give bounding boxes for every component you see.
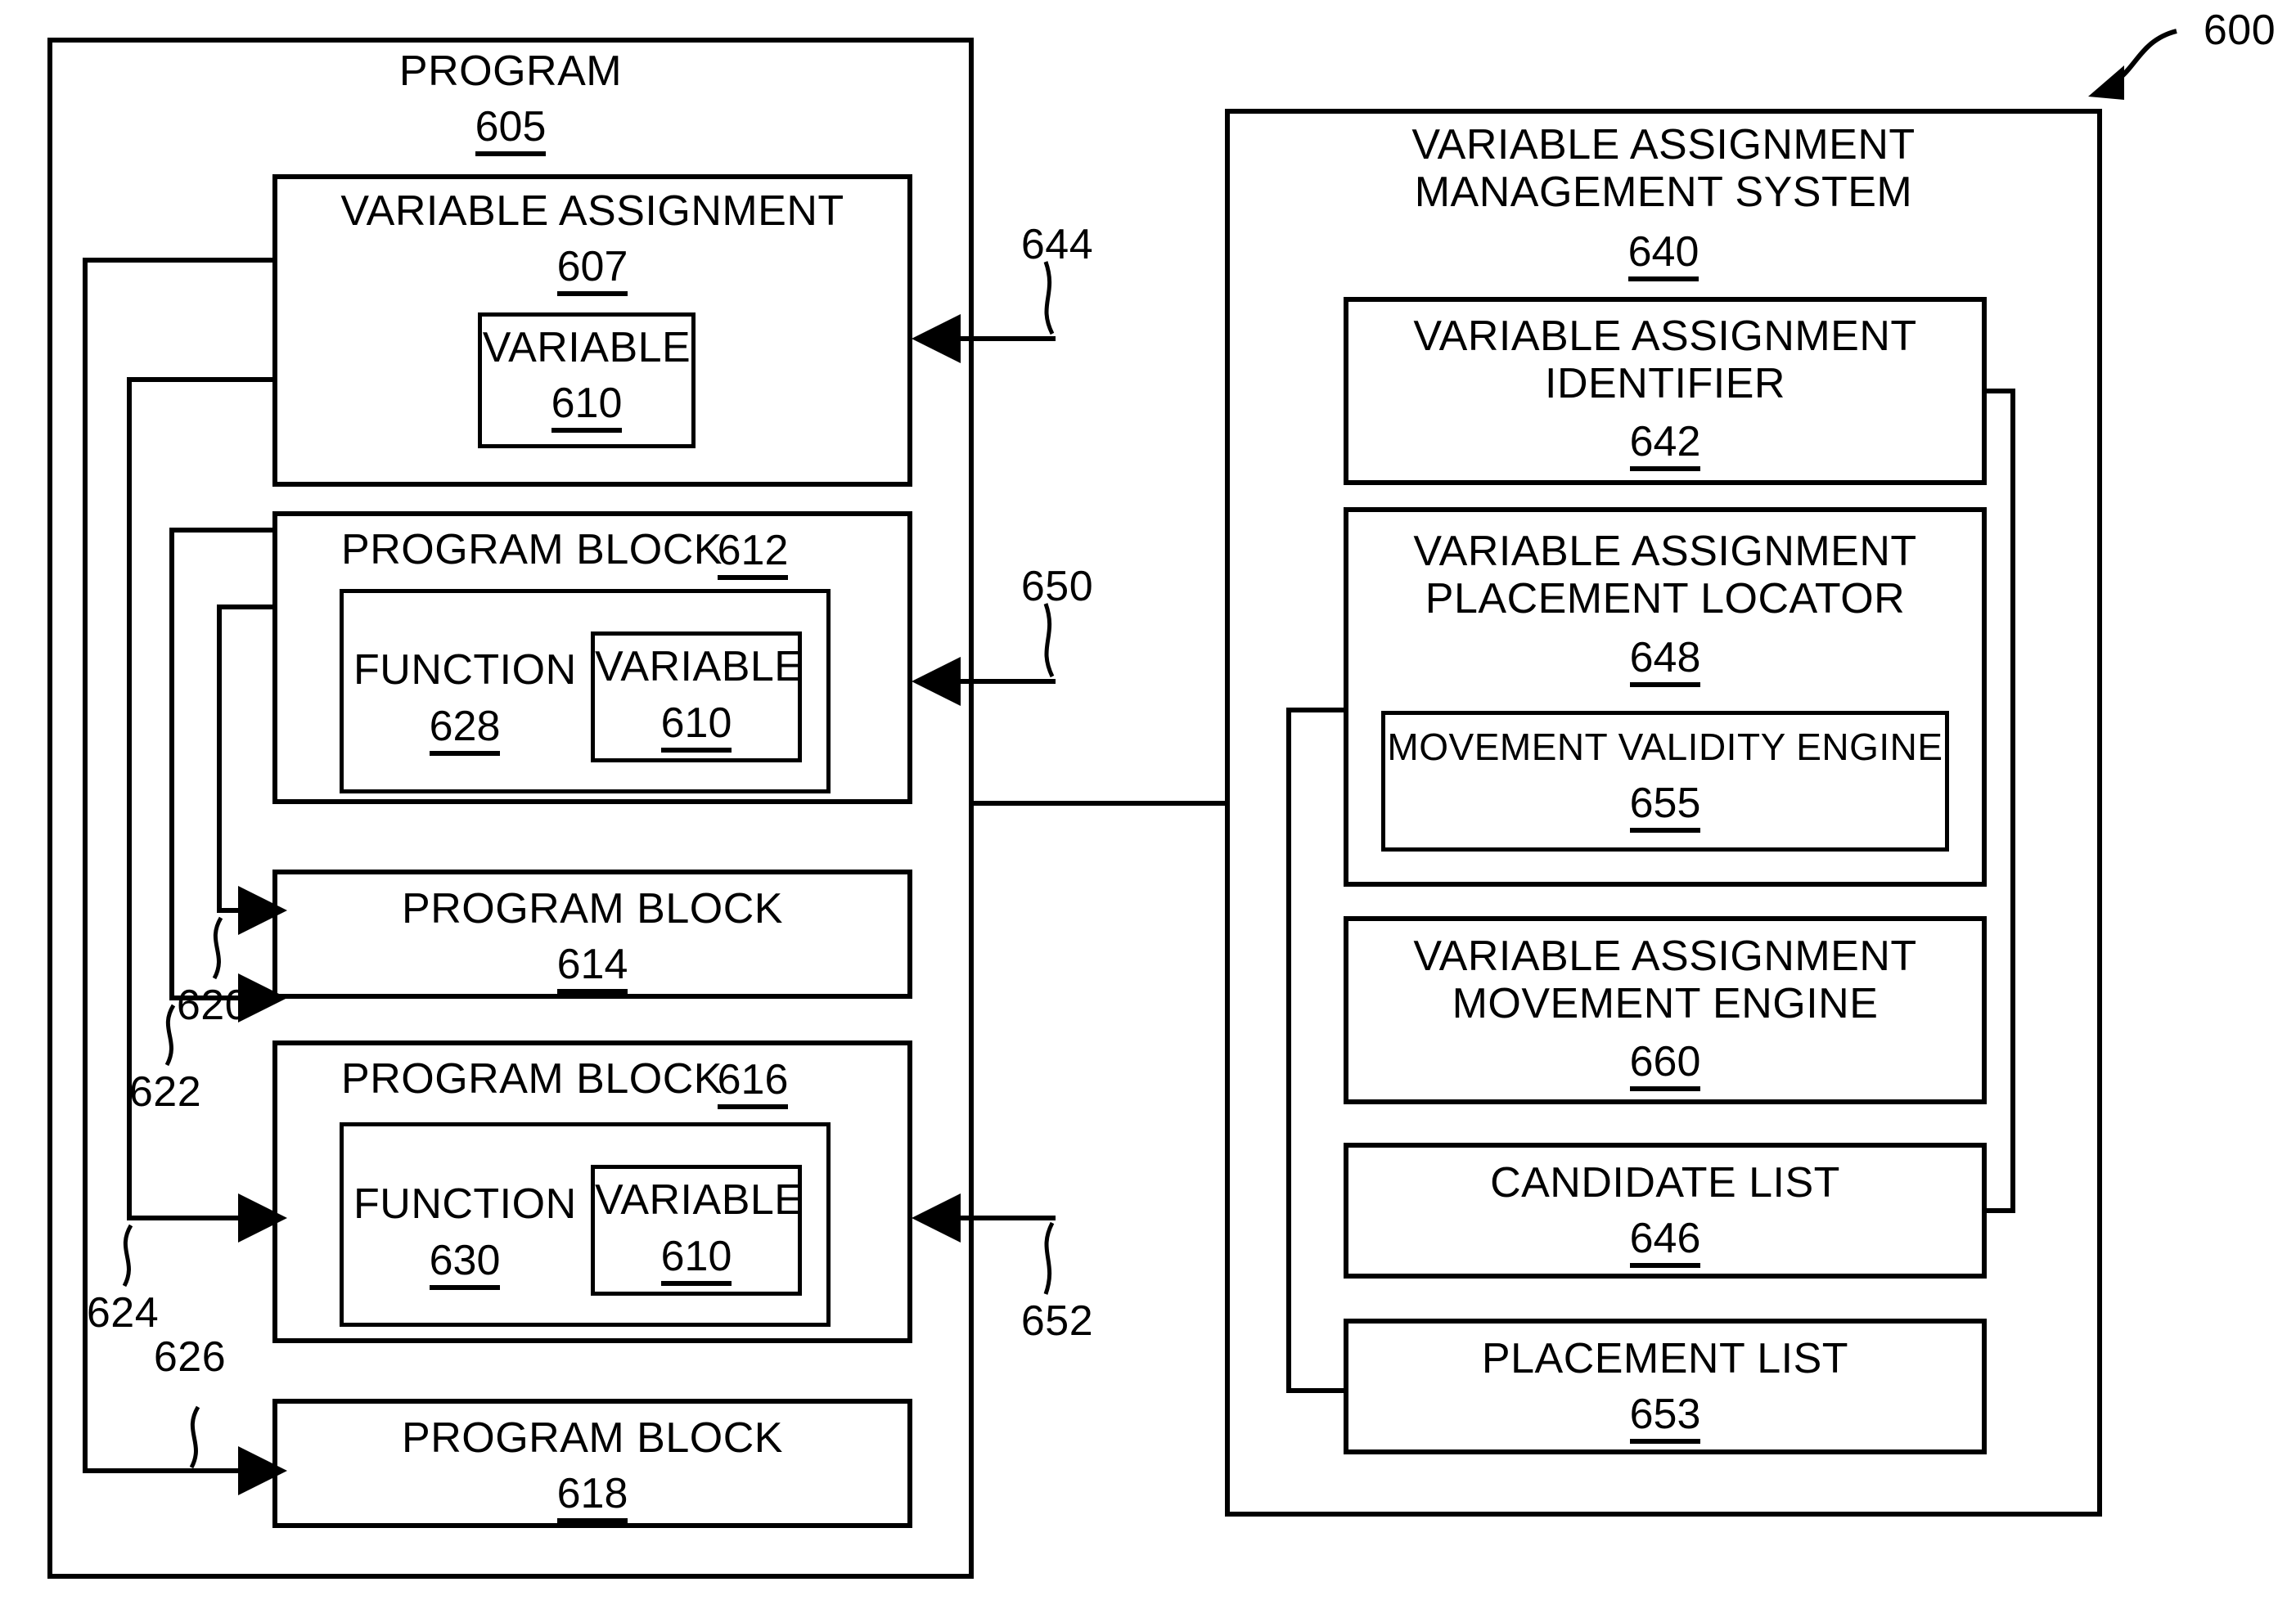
figure-number-leader [2088, 29, 2177, 100]
figure-canvas: PROGRAM 605 VARIABLE ASSIGNMENT 607 VARI… [0, 0, 2296, 1600]
